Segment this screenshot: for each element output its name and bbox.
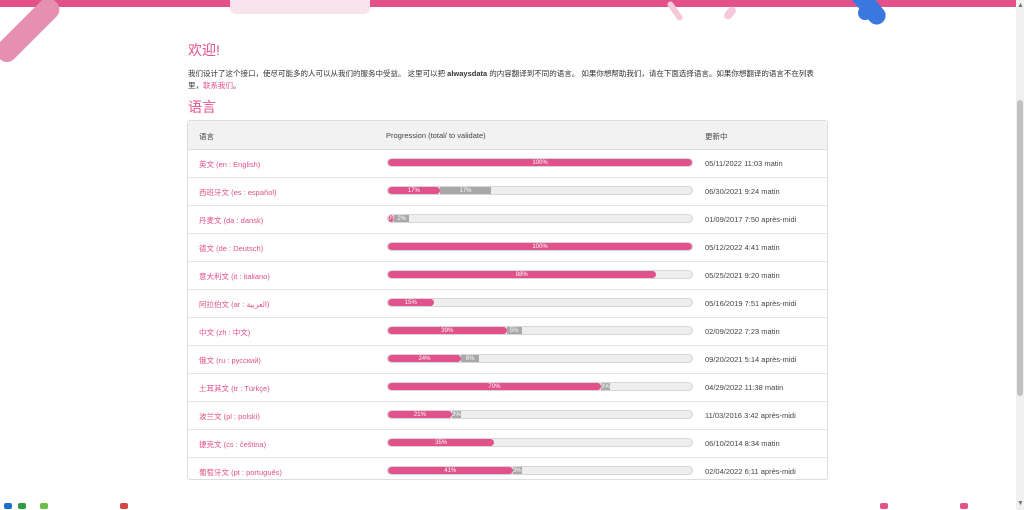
table-header: 语言 Progression (total/ to validate) 更新中 xyxy=(188,121,827,150)
table-row: 阿拉伯文 (ar : العربية) 15% 05/16/2019 7:51 ap… xyxy=(188,290,827,318)
language-link[interactable]: 阿拉伯文 (ar : العربية) xyxy=(199,299,270,310)
table-row: 意大利文 (it : italiano) 88% 05/25/2021 9:20 m… xyxy=(188,262,827,290)
brand-name: alwaysdata xyxy=(447,69,488,78)
language-link[interactable]: 波兰文 (pl : polski) xyxy=(199,411,260,422)
taskbar-app-icon[interactable] xyxy=(120,503,128,509)
progress-pending-fill: 3% xyxy=(512,467,522,474)
table-row: 德文 (de : Deutsch) 100% 05/12/2022 4:41 mat… xyxy=(188,234,827,262)
updated-date: 04/29/2022 11:38 matin xyxy=(705,383,784,392)
language-link[interactable]: 西班牙文 (es : español) xyxy=(199,187,277,198)
updated-date: 02/04/2022 6:11 après-midi xyxy=(705,467,796,476)
progress-done-fill: 41% xyxy=(388,467,513,474)
progress-pending-fill: 2% xyxy=(394,215,410,222)
progress-done-fill: 88% xyxy=(388,271,656,278)
table-row: 英文 (en : English) 100% 05/11/2022 11:03 ma… xyxy=(188,150,827,178)
decorative-dot-blue xyxy=(858,6,872,20)
header-language: 语言 xyxy=(199,132,214,141)
table-row: 土耳其文 (tr : Türkçe) 70% 3% 04/29/2022 11:38 … xyxy=(188,374,827,402)
progress-pending-fill: 6% xyxy=(460,355,480,362)
language-link[interactable]: 意大利文 (it : italiano) xyxy=(199,271,270,282)
progress-bar: 35% xyxy=(387,438,693,447)
progress-pending-fill: 3% xyxy=(451,411,461,418)
intro-paragraph: 我们设计了这个接口，使尽可能多的人可以从我们的服务中受益。 这里可以把 alwa… xyxy=(188,68,828,92)
progress-bar: 100% xyxy=(387,242,693,251)
language-link[interactable]: 捷克文 (cs : čeština) xyxy=(199,439,266,450)
progress-done-fill: 39% xyxy=(388,327,507,334)
taskbar-app-icon[interactable] xyxy=(18,503,26,509)
table-row: 丹麦文 (da : dansk) 0%2% 01/09/2017 7:50 aprè… xyxy=(188,206,827,234)
progress-bar: 0%2% xyxy=(387,214,693,223)
language-link[interactable]: 葡萄牙文 (pt : português) xyxy=(199,467,282,478)
progress-done-fill: 15% xyxy=(388,299,434,306)
decorative-stripe xyxy=(722,5,738,21)
table-row: 中文 (zh : 中文) 39% 5% 02/09/2022 7:23 matin xyxy=(188,318,827,346)
table-row: 西班牙文 (es : español) 17% 17% 06/30/2021 9:24… xyxy=(188,178,827,206)
language-link[interactable]: 土耳其文 (tr : Türkçe) xyxy=(199,383,270,394)
intro-text-a: 我们设计了这个接口，使尽可能多的人可以从我们的服务中受益。 这里可以把 xyxy=(188,69,448,78)
welcome-title: 欢迎! xyxy=(188,42,220,58)
table-row: 俄文 (ru : русский) 24% 6% 09/20/2021 5:14 ap… xyxy=(188,346,827,374)
scroll-up-arrow-icon[interactable]: ▲ xyxy=(1017,2,1024,10)
language-link[interactable]: 俄文 (ru : русский) xyxy=(199,355,261,366)
progress-bar: 17% 17% xyxy=(387,186,693,195)
language-link[interactable]: 英文 (en : English) xyxy=(199,159,260,170)
taskbar-app-icon[interactable] xyxy=(880,503,888,509)
progress-done-fill: 17% xyxy=(388,187,440,194)
updated-date: 05/25/2021 9:20 matin xyxy=(705,271,780,280)
scrollbar-thumb[interactable] xyxy=(1017,100,1023,396)
language-link[interactable]: 丹麦文 (da : dansk) xyxy=(199,215,263,226)
progress-done-fill: 70% xyxy=(388,383,601,390)
taskbar-app-icon[interactable] xyxy=(960,503,968,509)
progress-bar: 21% 3% xyxy=(387,410,693,419)
table-row: 捷克文 (cs : čeština) 35% 06/10/2014 8:34 mat… xyxy=(188,430,827,458)
progress-bar: 100% xyxy=(387,158,693,167)
progress-pending-fill: 17% xyxy=(439,187,492,194)
updated-date: 06/30/2021 9:24 matin xyxy=(705,187,780,196)
intro-text-c: 。 xyxy=(233,81,241,90)
languages-table: 语言 Progression (total/ to validate) 更新中 … xyxy=(187,120,828,480)
progress-done-fill: 100% xyxy=(388,159,692,166)
updated-date: 05/12/2022 4:41 matin xyxy=(705,243,780,252)
progress-pending-fill: 5% xyxy=(506,327,522,334)
header-updated: 更新中 xyxy=(705,132,728,141)
header-progression: Progression (total/ to validate) xyxy=(386,131,486,140)
updated-date: 06/10/2014 8:34 matin xyxy=(705,439,780,448)
table-row: 葡萄牙文 (pt : português) 41% 3% 02/04/2022 6:1… xyxy=(188,458,827,485)
progress-bar: 39% 5% xyxy=(387,326,693,335)
updated-date: 01/09/2017 7:50 après-midi xyxy=(705,215,797,224)
progress-done-fill: 35% xyxy=(388,439,495,446)
decorative-stripe xyxy=(230,0,370,14)
progress-bar: 88% xyxy=(387,270,693,279)
taskbar-app-icon[interactable] xyxy=(4,503,12,509)
decorative-stripe xyxy=(0,0,64,67)
language-link[interactable]: 德文 (de : Deutsch) xyxy=(199,243,263,254)
updated-date: 05/16/2019 7:51 après-midi xyxy=(705,299,797,308)
contact-us-link[interactable]: 联系我们 xyxy=(203,81,233,90)
scroll-down-arrow-icon[interactable]: ▼ xyxy=(1017,500,1024,508)
progress-done-fill: 21% xyxy=(388,411,452,418)
table-body: 英文 (en : English) 100% 05/11/2022 11:03 ma… xyxy=(188,150,827,485)
progress-done-fill: 24% xyxy=(388,355,461,362)
taskbar-app-icon[interactable] xyxy=(40,503,48,509)
progress-done-fill: 100% xyxy=(388,243,692,250)
progress-bar: 41% 3% xyxy=(387,466,693,475)
updated-date: 05/11/2022 11:03 matin xyxy=(705,159,783,168)
updated-date: 09/20/2021 5:14 après-midi xyxy=(705,355,797,364)
updated-date: 02/09/2022 7:23 matin xyxy=(705,327,780,336)
progress-bar: 24% 6% xyxy=(387,354,693,363)
updated-date: 11/03/2016 3:42 après-midi xyxy=(705,411,796,420)
progress-pending-fill: 3% xyxy=(600,383,610,390)
progress-bar: 15% xyxy=(387,298,693,307)
languages-title: 语言 xyxy=(188,99,216,115)
language-link[interactable]: 中文 (zh : 中文) xyxy=(199,327,250,338)
progress-bar: 70% 3% xyxy=(387,382,693,391)
table-row: 波兰文 (pl : polski) 21% 3% 11/03/2016 3:42 ap… xyxy=(188,402,827,430)
taskbar-strip xyxy=(0,500,1016,510)
